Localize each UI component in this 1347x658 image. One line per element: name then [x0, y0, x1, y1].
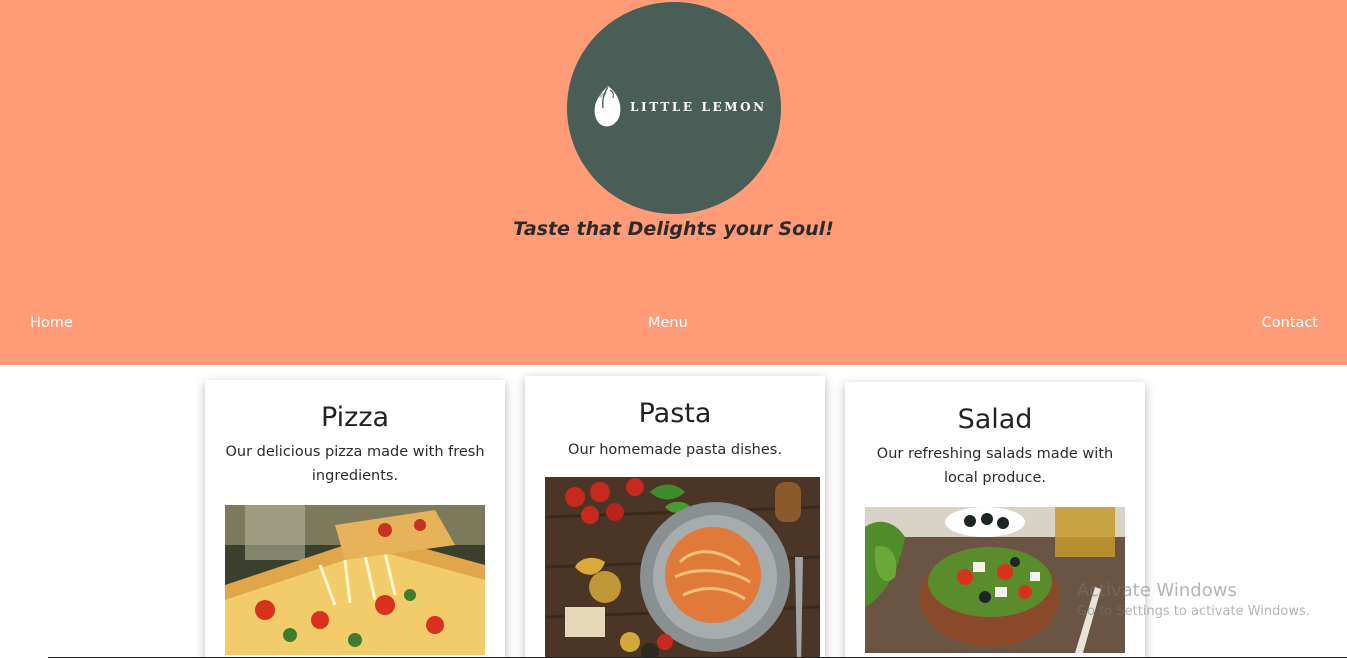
nav-home-link[interactable]: Home: [30, 315, 73, 331]
menu-card-salad[interactable]: Salad Our refreshing salads made with lo…: [845, 382, 1145, 658]
logo-text: LITTLE LEMON: [630, 100, 767, 114]
lemon-icon: [594, 86, 621, 127]
pasta-image: [545, 477, 820, 658]
card-description: Our delicious pizza made with fresh ingr…: [225, 444, 485, 484]
card-title: Pasta: [638, 398, 712, 429]
pizza-image: [225, 505, 485, 655]
logo[interactable]: LITTLE LEMON: [567, 2, 781, 214]
card-description: Our homemade pasta dishes.: [568, 442, 782, 458]
card-title: Salad: [957, 404, 1033, 435]
logo-inner: LITTLE LEMON: [594, 84, 767, 130]
menu-card-pizza[interactable]: Pizza Our delicious pizza made with fres…: [205, 380, 505, 658]
tagline: Taste that Delights your Soul!: [513, 218, 834, 240]
card-description: Our refreshing salads made with local pr…: [876, 446, 1114, 486]
card-title: Pizza: [320, 402, 390, 433]
salad-image: [865, 507, 1125, 653]
menu-card-pasta[interactable]: Pasta Our homemade pasta dishes.: [525, 376, 825, 658]
nav-menu-link[interactable]: Menu: [648, 315, 688, 331]
site-header: LITTLE LEMON Taste that Delights your So…: [0, 0, 1347, 365]
nav-contact-link[interactable]: Contact: [1262, 315, 1318, 331]
